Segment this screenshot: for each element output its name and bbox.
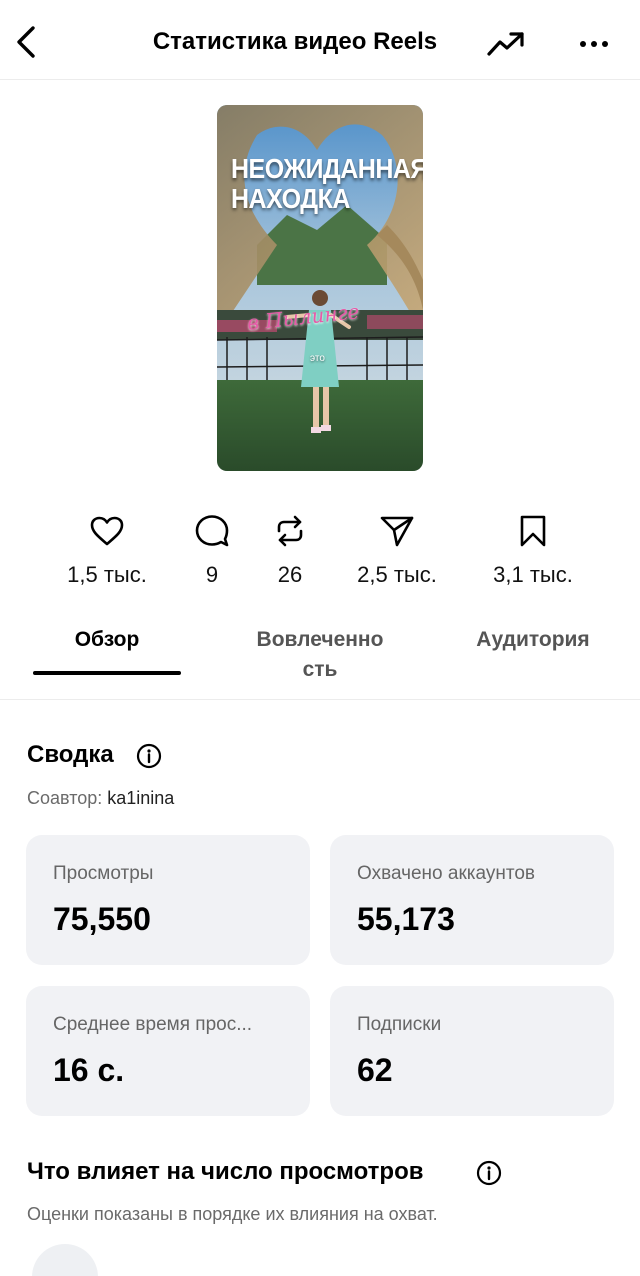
heart-icon (90, 516, 124, 546)
engagement-metrics: 1,5 тыс. 9 26 2,5 тыс. 3,1 тыс. (0, 510, 640, 600)
chevron-left-icon (17, 26, 35, 58)
avg-watch-time-label: Среднее время прос... (53, 1014, 253, 1035)
views-card[interactable]: Просмотры 75,550 (26, 835, 310, 965)
influence-info-button[interactable] (476, 1160, 502, 1186)
more-button[interactable] (572, 24, 616, 64)
saves-metric[interactable]: 3,1 тыс. (478, 510, 588, 588)
top-bar: Статистика видео Reels (0, 0, 640, 80)
follows-card[interactable]: Подписки 62 (330, 986, 614, 1116)
avg-watch-time-card[interactable]: Среднее время прос... 16 с. (26, 986, 310, 1116)
saves-count: 3,1 тыс. (493, 562, 573, 587)
tab-audience[interactable]: Аудитория (448, 625, 618, 655)
summary-heading: Сводка (27, 741, 114, 768)
likes-metric[interactable]: 1,5 тыс. (52, 510, 162, 588)
avg-watch-time-value: 16 с. (53, 1052, 125, 1088)
tab-engagement[interactable]: Вовлеченно сть (230, 625, 410, 685)
active-tab-indicator (33, 671, 181, 675)
bookmark-icon (520, 515, 546, 547)
reach-label: Охвачено аккаунтов (357, 863, 536, 884)
coauthor-name[interactable]: ka1inina (107, 788, 174, 808)
insights-tabs: Обзор Вовлеченно сть Аудитория (0, 620, 640, 700)
back-button[interactable] (8, 22, 44, 62)
shares-metric[interactable]: 2,5 тыс. (342, 510, 452, 588)
influence-heading: Что влияет на число просмотров (27, 1158, 424, 1185)
reposts-count: 26 (277, 562, 303, 587)
follows-label: Подписки (357, 1014, 442, 1035)
trending-up-icon (487, 32, 524, 56)
influence-description: Оценки показаны в порядке их влияния на … (27, 1204, 438, 1224)
reach-value: 55,173 (357, 901, 455, 937)
summary-info-button[interactable] (136, 743, 162, 769)
reel-caption-text: это (310, 353, 325, 364)
shares-count: 2,5 тыс. (357, 562, 437, 587)
views-label: Просмотры (53, 863, 154, 884)
follows-value: 62 (357, 1052, 393, 1088)
reach-card[interactable]: Охвачено аккаунтов 55,173 (330, 835, 614, 965)
share-icon (380, 516, 414, 547)
page-title: Статистика видео Reels (152, 28, 438, 55)
reel-title-text: НЕОЖИДАННАЯ НАХОДКА (231, 153, 423, 215)
influence-item-icon (32, 1244, 98, 1276)
tab-overview[interactable]: Обзор (33, 625, 181, 655)
comment-icon (195, 515, 229, 547)
repost-icon (277, 515, 303, 547)
coauthor-line: Соавтор: ka1inina (27, 788, 174, 809)
views-value: 75,550 (53, 901, 151, 937)
reel-thumbnail[interactable]: НЕОЖИДАННАЯ НАХОДКА в Пылинге это (217, 105, 423, 471)
info-icon (476, 1160, 502, 1186)
reposts-metric[interactable]: 26 (235, 510, 345, 588)
coauthor-label: Соавтор: (27, 788, 108, 808)
more-horizontal-icon (580, 41, 608, 47)
likes-count: 1,5 тыс. (67, 562, 147, 587)
trend-button[interactable] (484, 24, 528, 64)
info-icon (136, 743, 162, 769)
